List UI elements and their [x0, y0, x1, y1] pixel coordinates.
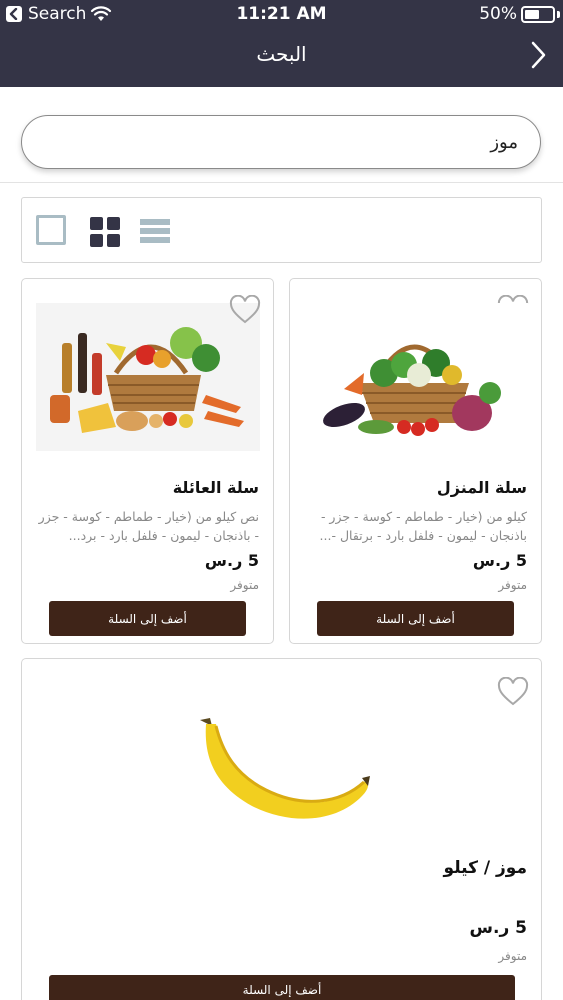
stock-status: متوفر	[498, 949, 527, 963]
vegetable-basket-image	[304, 303, 528, 451]
product-title: سلة العائلة	[172, 478, 259, 497]
stock-status: متوفر	[230, 578, 259, 592]
product-card[interactable]: سلة المنزل كيلو من (خيار - طماطم - كوسة …	[289, 278, 542, 644]
status-bar: Search 11:21 AM 50%	[0, 0, 563, 30]
product-description: كيلو من (خيار - طماطم - كوسة - جزر - باذ…	[319, 509, 527, 543]
add-to-cart-button[interactable]: أضف إلى السلة	[49, 975, 515, 1000]
stock-status: متوفر	[498, 578, 527, 592]
add-to-cart-button[interactable]: أضف إلى السلة	[49, 601, 246, 636]
page-title: البحث	[256, 42, 307, 66]
product-card[interactable]: موز / كيلو 5 ر.س متوفر أضف إلى السلة	[21, 658, 542, 1000]
product-description: نص كيلو من (خيار - طماطم - كوسة - جزر - …	[38, 509, 259, 543]
grocery-basket-image	[36, 303, 260, 451]
grid-view-icon[interactable]	[89, 215, 121, 247]
battery-percentage: 50%	[479, 4, 517, 24]
product-title: سلة المنزل	[436, 478, 527, 497]
chevron-right-icon[interactable]	[529, 40, 549, 70]
add-to-cart-button[interactable]: أضف إلى السلة	[317, 601, 514, 636]
product-card[interactable]: سلة العائلة نص كيلو من (خيار - طماطم - ك…	[21, 278, 274, 644]
list-view-icon[interactable]	[140, 215, 172, 247]
battery-icon	[521, 6, 555, 23]
search-input[interactable]	[21, 115, 541, 169]
search-area	[0, 87, 563, 183]
view-switcher	[21, 197, 542, 263]
battery-tip	[557, 11, 560, 18]
heart-icon[interactable]	[497, 677, 529, 707]
product-price: 5 ر.س	[469, 918, 527, 938]
product-price: 5 ر.س	[472, 551, 527, 570]
banana-image	[200, 718, 370, 819]
heart-icon[interactable]	[229, 295, 261, 325]
single-view-icon[interactable]	[36, 215, 66, 245]
product-price: 5 ر.س	[204, 551, 259, 570]
app-header: Search 11:21 AM 50% البحث	[0, 0, 563, 87]
product-title: موز / كيلو	[443, 858, 527, 878]
